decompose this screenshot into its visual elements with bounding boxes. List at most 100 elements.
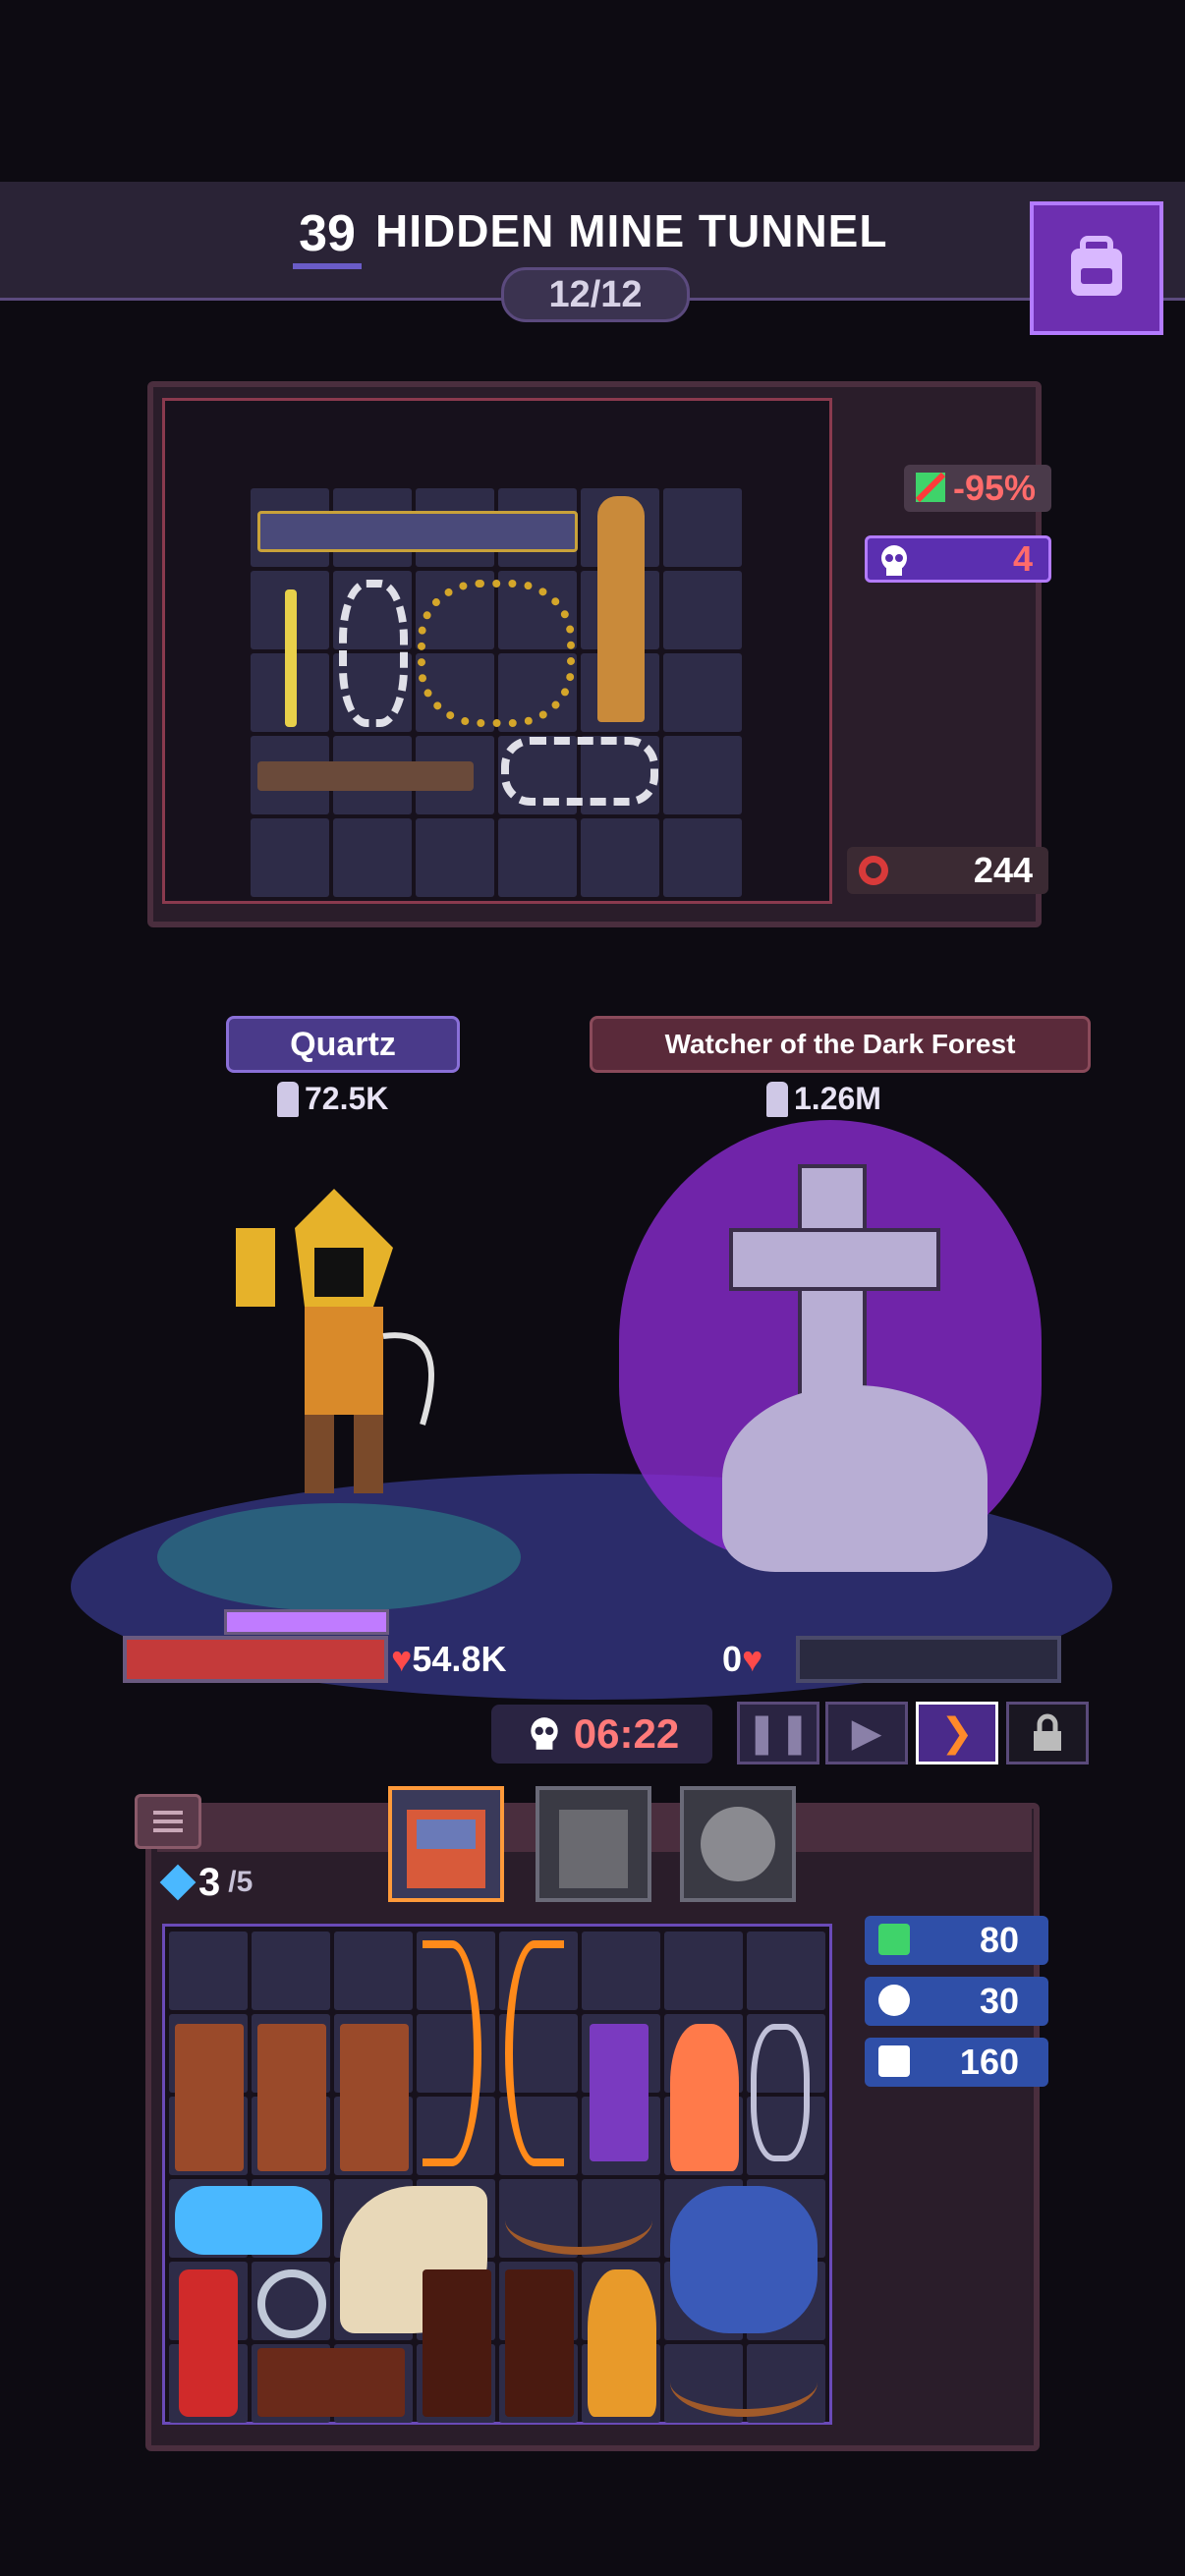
- enemy-hp-bar: [796, 1636, 1061, 1683]
- battle-timer: 06:22: [491, 1705, 712, 1764]
- dragon-portrait-icon: [407, 1810, 485, 1888]
- hero-character: [236, 1189, 434, 1493]
- gem-icon: [159, 1864, 197, 1901]
- play-button[interactable]: ▶: [825, 1702, 908, 1764]
- fast-forward-button[interactable]: ❯: [916, 1702, 998, 1764]
- timer-value: 06:22: [573, 1710, 680, 1757]
- bear-trap-item[interactable]: [501, 737, 658, 806]
- list-icon: [153, 1811, 183, 1832]
- grid-cell: [663, 653, 742, 732]
- sword-icon: [277, 1081, 299, 1117]
- grid-cell: [251, 818, 329, 897]
- grid-cell: [581, 818, 659, 897]
- skull-stack-stat: 4: [865, 535, 1051, 583]
- grid-cell[interactable]: [664, 1932, 743, 2010]
- resource-value-2: 30: [979, 1981, 1019, 2021]
- chain-item[interactable]: [418, 580, 575, 727]
- resource-value-1: 80: [979, 1920, 1019, 1960]
- grid-cell: [663, 488, 742, 567]
- heart-icon: ♥: [742, 1639, 763, 1679]
- grid-cell: [333, 818, 412, 897]
- dagger-item[interactable]: [597, 496, 645, 722]
- player-name: Quartz: [226, 1016, 460, 1073]
- boot-item[interactable]: [423, 2269, 491, 2417]
- grid-cell[interactable]: [582, 1932, 660, 2010]
- fire-bow-item[interactable]: [505, 1940, 564, 2166]
- winged-boot-item[interactable]: [175, 2024, 244, 2171]
- grid-cell[interactable]: [334, 1932, 413, 2010]
- regen-icon: [859, 856, 888, 885]
- ring-item[interactable]: [751, 2024, 810, 2161]
- sword-icon: [766, 1081, 788, 1117]
- short-bow-item[interactable]: [505, 2186, 652, 2255]
- heart-icon: ♥: [391, 1639, 413, 1679]
- pause-button[interactable]: ❚❚: [737, 1702, 819, 1764]
- spellbook-item[interactable]: [590, 2024, 649, 2161]
- grid-cell[interactable]: [252, 1932, 330, 2010]
- spirit-pet-item[interactable]: [670, 2186, 818, 2333]
- grid-cell: [498, 818, 577, 897]
- winged-boot-item[interactable]: [257, 2024, 326, 2171]
- boot-icon: [878, 2045, 910, 2077]
- long-bow-item[interactable]: [670, 2348, 818, 2417]
- card-icon: [878, 1924, 910, 1955]
- player-power: 72.5K: [277, 1081, 388, 1117]
- resource-stat-3: 160: [865, 2038, 1048, 2087]
- floor-number: 39: [293, 204, 362, 269]
- golem-portrait-icon: [559, 1810, 628, 1888]
- player-hp-value: 54.8K: [412, 1639, 507, 1679]
- resource-stat-2: 30: [865, 1977, 1048, 2026]
- damage-reduction-value: -95%: [952, 468, 1036, 508]
- crossbow-item[interactable]: [257, 511, 578, 552]
- gear-item[interactable]: [257, 2269, 326, 2338]
- player-hp: ♥54.8K: [391, 1639, 506, 1680]
- lock-speed-button[interactable]: [1006, 1702, 1089, 1764]
- shop-slot-ghost[interactable]: [680, 1786, 796, 1902]
- menu-button[interactable]: [135, 1794, 201, 1849]
- saw-blade-item[interactable]: [339, 580, 408, 727]
- wave-counter: 12/12: [501, 267, 690, 322]
- player-power-value: 72.5K: [305, 1081, 389, 1116]
- grid-cell: [663, 818, 742, 897]
- player-hp-fill: [127, 1640, 384, 1679]
- enemy-hp: 0♥: [722, 1639, 762, 1680]
- enemy-hp-value: 0: [722, 1639, 743, 1679]
- gear-icon: [878, 1985, 910, 2016]
- enemy-power: 1.26M: [766, 1081, 881, 1117]
- grid-cell[interactable]: [169, 1932, 248, 2010]
- enemy-power-value: 1.26M: [794, 1081, 881, 1116]
- grid-cell: [416, 818, 494, 897]
- gem-counter: 3 /5: [159, 1853, 312, 1912]
- zone-title: HIDDEN MINE TUNNEL: [375, 205, 888, 256]
- resource-stat-1: 80: [865, 1916, 1048, 1965]
- flame-spirit-item[interactable]: [670, 2024, 739, 2171]
- fire-bow-item[interactable]: [423, 1940, 481, 2166]
- bolt-item[interactable]: [257, 761, 474, 791]
- enemy-name: Watcher of the Dark Forest: [590, 1016, 1091, 1073]
- shop-slot-dragon[interactable]: [388, 1786, 504, 1902]
- bottom-spacer: [0, 2476, 1185, 2576]
- player-mana-bar: [224, 1609, 389, 1635]
- boot-item[interactable]: [505, 2269, 574, 2417]
- resource-value-3: 160: [959, 2042, 1019, 2082]
- enemy-regen-stat: 244: [847, 847, 1048, 894]
- skull-stack-value: 4: [1012, 538, 1033, 579]
- gem-max: /5: [228, 1866, 254, 1898]
- grid-cell[interactable]: [747, 1932, 825, 2010]
- grid-cell: [663, 736, 742, 814]
- magic-wave-item[interactable]: [175, 2186, 322, 2255]
- torch-item[interactable]: [588, 2269, 656, 2417]
- backpack-button[interactable]: [1030, 201, 1163, 335]
- enemy-regen-value: 244: [973, 850, 1033, 890]
- health-potion-item[interactable]: [179, 2269, 238, 2417]
- arrow-item[interactable]: [285, 589, 297, 727]
- grid-cell: [663, 571, 742, 649]
- skull-icon: [531, 1717, 558, 1750]
- shop-slot-golem[interactable]: [536, 1786, 651, 1902]
- player-platform-glow: [157, 1503, 521, 1611]
- lock-icon: [1034, 1713, 1061, 1751]
- winged-boot-item[interactable]: [340, 2024, 409, 2171]
- skull-icon: [881, 545, 907, 576]
- log-item[interactable]: [257, 2348, 405, 2417]
- shield-break-icon: [915, 472, 946, 503]
